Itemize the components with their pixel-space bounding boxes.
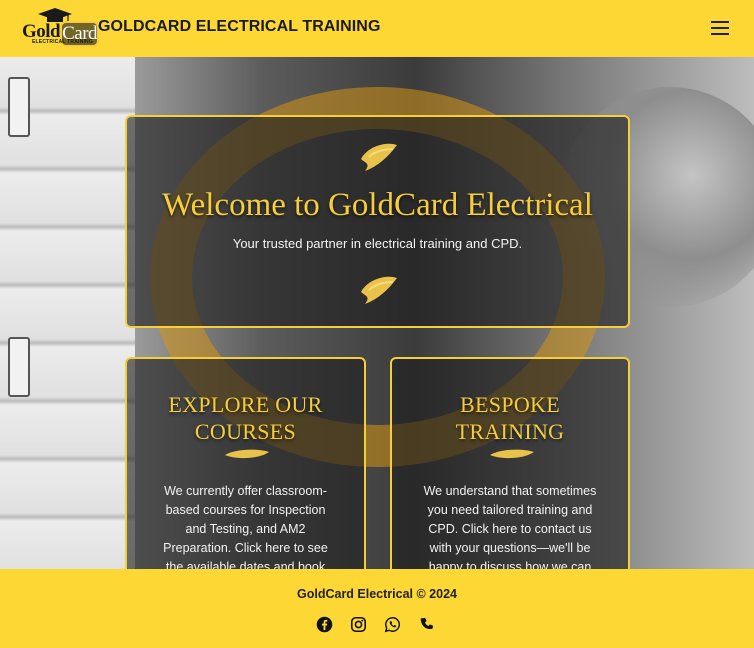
card-body: We currently offer classroom-based cours… xyxy=(163,484,328,574)
bespoke-training-card[interactable]: BESPOKE TRAINING We understand that some… xyxy=(390,357,630,587)
hamburger-menu-icon[interactable] xyxy=(708,17,732,39)
gold-brush-underline-icon xyxy=(490,449,534,459)
site-header: Gold Card ELECTRICAL TRAINING GOLDCARD EL… xyxy=(0,0,754,57)
logo-tagline: ELECTRICAL TRAINING xyxy=(32,39,93,45)
whatsapp-icon[interactable] xyxy=(384,616,401,633)
hero-title: Welcome to GoldCard Electrical xyxy=(162,187,593,223)
social-links xyxy=(316,616,435,633)
site-footer: GoldCard Electrical © 2024 xyxy=(0,569,754,648)
card-body: We understand that sometimes you need ta… xyxy=(423,484,597,574)
explore-courses-card[interactable]: EXPLORE OUR COURSES We currently offer c… xyxy=(125,357,366,587)
hero-subtitle: Your trusted partner in electrical train… xyxy=(232,236,523,251)
welcome-card: Welcome to GoldCard Electrical Your trus… xyxy=(125,115,630,328)
card-title: EXPLORE OUR COURSES xyxy=(168,392,323,444)
site-title[interactable]: GOLDCARD ELECTRICAL TRAINING xyxy=(98,18,381,36)
background-breaker xyxy=(8,77,30,137)
card-title: BESPOKE TRAINING xyxy=(455,392,565,444)
goldcard-logo[interactable]: Gold Card ELECTRICAL TRAINING xyxy=(22,8,100,48)
facebook-icon[interactable] xyxy=(316,616,333,633)
gold-brush-underline-icon xyxy=(225,449,269,459)
instagram-icon[interactable] xyxy=(350,616,367,633)
phone-icon[interactable] xyxy=(418,616,435,633)
copyright-text: GoldCard Electrical © 2024 xyxy=(297,587,457,601)
gold-brush-stroke-icon xyxy=(361,143,397,171)
gold-brush-stroke-icon xyxy=(361,276,397,304)
background-breaker xyxy=(8,337,30,397)
